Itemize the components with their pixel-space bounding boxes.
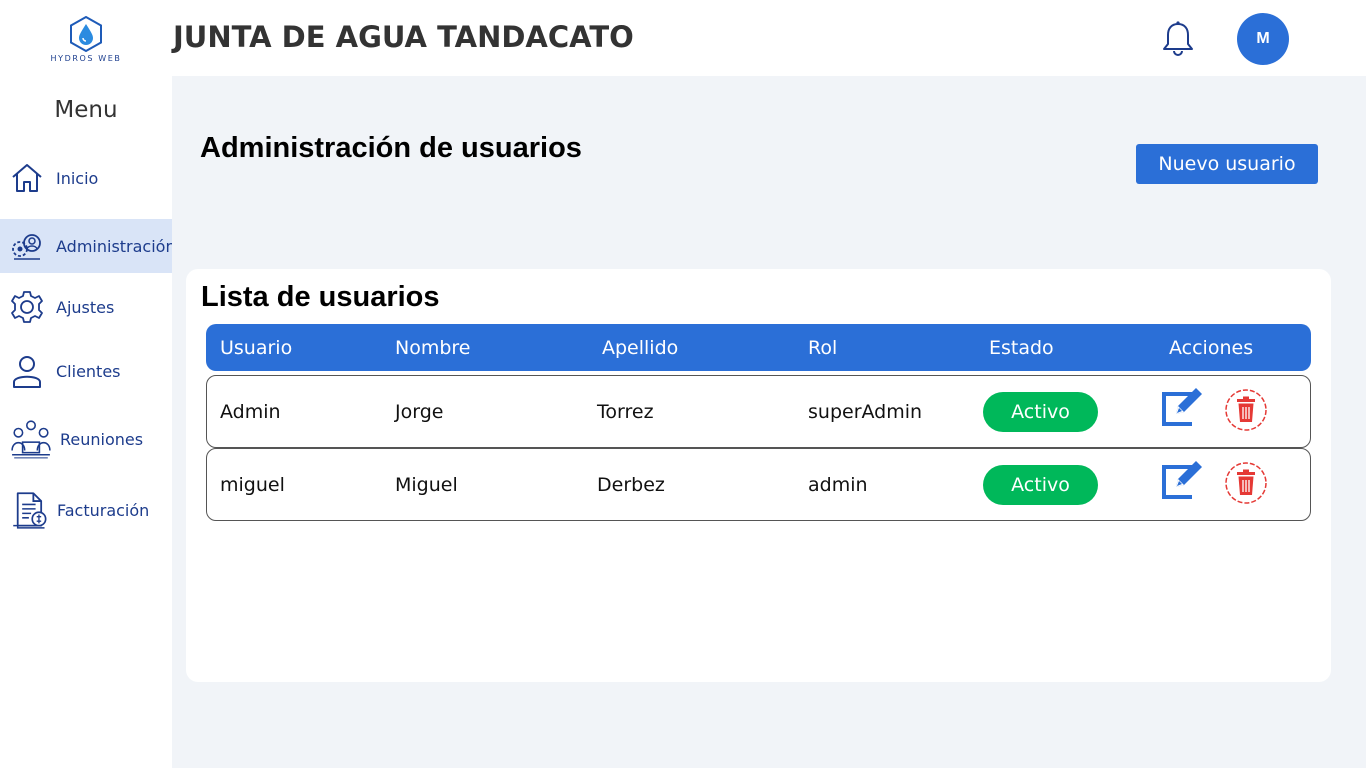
table-row: miguel Miguel Derbez admin Activo: [206, 448, 1311, 521]
new-user-button[interactable]: Nuevo usuario: [1136, 144, 1318, 184]
cell-rol: admin: [808, 473, 868, 496]
sidebar-item-label: Facturación: [57, 500, 150, 520]
app-logo[interactable]: HYDROS WEB: [48, 16, 124, 68]
column-header-rol: Rol: [808, 336, 838, 359]
avatar[interactable]: M: [1237, 13, 1289, 65]
column-header-acciones: Acciones: [1169, 336, 1254, 359]
logo-text: HYDROS WEB: [50, 54, 122, 63]
sidebar-item-label: Clientes: [56, 361, 121, 381]
cell-nombre: Jorge: [395, 400, 444, 423]
column-header-apellido: Apellido: [602, 336, 679, 359]
sidebar-item-administracion[interactable]: Administración: [0, 219, 176, 273]
cell-nombre: Miguel: [395, 473, 458, 496]
menu-title: Menu: [54, 97, 118, 123]
edit-icon[interactable]: [1162, 459, 1206, 501]
water-drop-logo-icon: [70, 16, 102, 52]
page-title: Administración de usuarios: [200, 132, 582, 164]
sidebar-item-inicio[interactable]: Inicio: [0, 151, 172, 205]
sidebar-item-facturacion[interactable]: Facturación: [0, 483, 172, 537]
table-row: Admin Jorge Torrez superAdmin Activo: [206, 375, 1311, 448]
home-icon: [12, 164, 42, 192]
sidebar-item-label: Inicio: [56, 168, 99, 188]
sidebar-item-label: Ajustes: [56, 297, 115, 317]
cell-apellido: Derbez: [597, 473, 665, 496]
cell-usuario: Admin: [220, 400, 281, 423]
sidebar: Menu Inicio Administración Ajustes Clien…: [0, 76, 176, 768]
edit-icon[interactable]: [1162, 386, 1206, 428]
admin-icon: [12, 234, 41, 260]
column-header-estado: Estado: [989, 336, 1054, 359]
sidebar-item-label: Reuniones: [60, 429, 144, 449]
column-header-nombre: Nombre: [395, 336, 471, 359]
main-content: Administración de usuarios Nuevo usuario…: [172, 76, 1366, 768]
meeting-icon: [11, 420, 51, 459]
trash-icon[interactable]: [1224, 461, 1268, 505]
sidebar-item-label: Administración: [56, 236, 176, 256]
cell-apellido: Torrez: [597, 400, 654, 423]
top-bar: HYDROS WEB JUNTA DE AGUA TANDACATO M: [0, 0, 1366, 76]
status-badge: Activo: [983, 464, 1098, 505]
users-card: Lista de usuarios Usuario Nombre Apellid…: [186, 269, 1331, 682]
invoice-icon: [13, 492, 47, 529]
user-icon: [13, 356, 41, 388]
cell-usuario: miguel: [220, 473, 285, 496]
list-title: Lista de usuarios: [201, 281, 440, 313]
app-title: JUNTA DE AGUA TANDACATO: [173, 20, 634, 54]
sidebar-item-clientes[interactable]: Clientes: [0, 344, 172, 398]
gear-icon: [11, 291, 43, 323]
notification-bell-icon[interactable]: [1160, 20, 1196, 58]
sidebar-item-ajustes[interactable]: Ajustes: [0, 280, 172, 334]
table-header: Usuario Nombre Apellido Rol Estado Accio…: [206, 324, 1311, 371]
column-header-usuario: Usuario: [220, 336, 293, 359]
trash-icon[interactable]: [1224, 388, 1268, 432]
status-badge: Activo: [983, 391, 1098, 432]
sidebar-item-reuniones[interactable]: Reuniones: [0, 412, 172, 466]
cell-rol: superAdmin: [808, 400, 923, 423]
